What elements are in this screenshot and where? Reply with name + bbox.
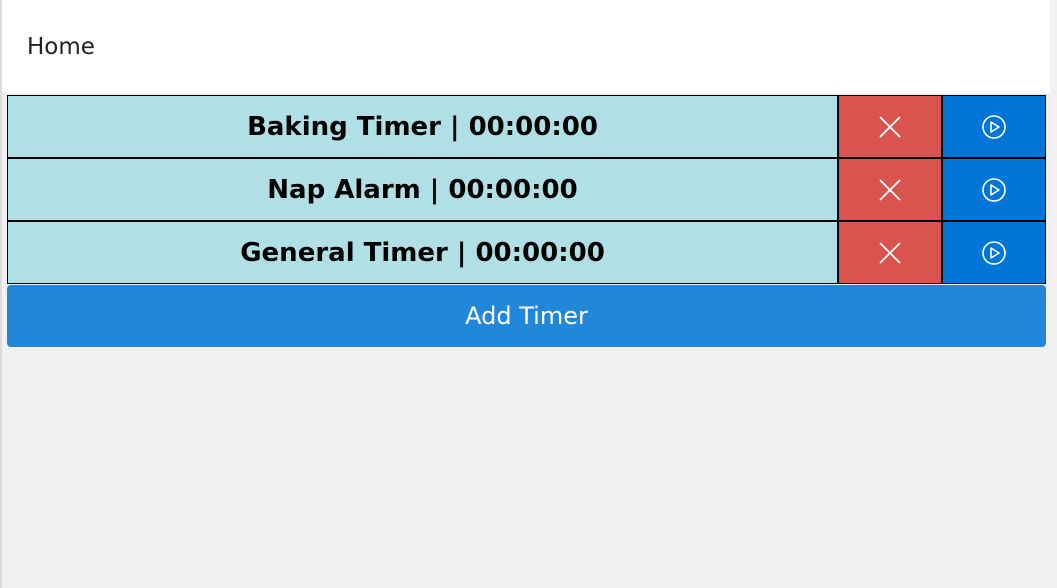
close-icon xyxy=(879,178,901,201)
play-circle-icon xyxy=(982,114,1006,139)
delete-timer-button[interactable] xyxy=(838,158,942,221)
start-timer-button[interactable] xyxy=(942,158,1046,221)
close-icon xyxy=(879,241,901,264)
delete-timer-button[interactable] xyxy=(838,95,942,158)
play-circle-icon xyxy=(982,240,1006,265)
add-timer-button[interactable]: Add Timer xyxy=(7,285,1046,347)
close-icon xyxy=(879,115,901,138)
play-circle-icon xyxy=(982,177,1006,202)
timer-row: General Timer | 00:00:00 xyxy=(7,221,1046,284)
timer-label[interactable]: Nap Alarm | 00:00:00 xyxy=(7,158,838,221)
timer-row: Baking Timer | 00:00:00 xyxy=(7,95,1046,158)
timer-row: Nap Alarm | 00:00:00 xyxy=(7,158,1046,221)
delete-timer-button[interactable] xyxy=(838,221,942,284)
start-timer-button[interactable] xyxy=(942,221,1046,284)
timer-label[interactable]: Baking Timer | 00:00:00 xyxy=(7,95,838,158)
timer-label[interactable]: General Timer | 00:00:00 xyxy=(7,221,838,284)
start-timer-button[interactable] xyxy=(942,95,1046,158)
header: Home xyxy=(2,0,1050,95)
page-title: Home xyxy=(27,34,95,60)
